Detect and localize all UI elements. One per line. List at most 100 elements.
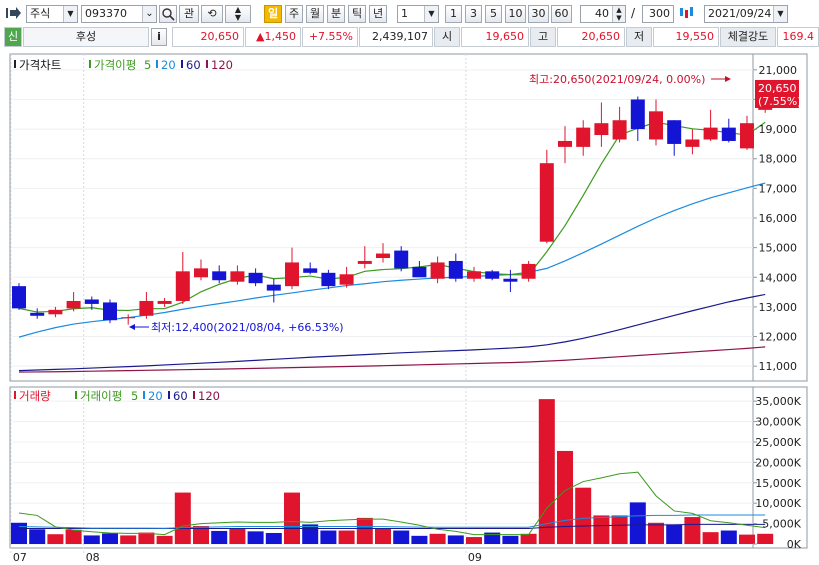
volume-tick-label: 20,000K [755,456,801,469]
last-price-pct: (7.55%) [758,95,802,108]
candle-body [230,271,245,282]
legend-ma: 가격이평 [94,58,136,72]
watchlist-button[interactable]: 관 [179,5,199,23]
volume-bar [284,492,300,544]
refresh-button[interactable]: ⟲ [201,5,223,23]
volume-bar [611,515,628,544]
quick-1[interactable]: 1 [445,5,462,23]
volume-bar [29,529,46,544]
up-down-spinner[interactable]: ▲ ▼ [225,5,251,23]
volume-bar [702,532,719,544]
date-select[interactable]: 2021/09/24 ▼ [704,5,788,23]
period-tab-month[interactable]: 월 [306,5,324,23]
new-listing-badge: 신 [4,27,22,47]
chevron-down-icon[interactable]: ▼ [424,6,438,22]
chart-settings-button[interactable] [676,5,698,23]
volume-bar [156,535,173,544]
legend-ma60-marker [168,391,170,399]
chevron-down-icon[interactable]: ▼ [63,6,77,22]
count-stepper[interactable]: 40 ▲ ▼ [580,5,626,23]
candle-body [649,111,663,140]
stock-name: 후성 [23,27,149,47]
volume-bar [648,522,664,544]
arrow-right-icon [6,7,21,19]
search-button[interactable] [159,5,177,23]
candle-body [248,272,263,284]
candle-body [503,278,518,282]
price-tick-label: 19,000 [759,123,798,136]
volume-bar [174,492,191,544]
high-annotation: 최고:20,650(2021/09/24, 0.00%) [529,73,705,86]
candle-body [303,268,318,273]
candle-body [66,300,81,309]
volume-bar [302,524,319,544]
interval-select[interactable]: 1 ▼ [397,5,439,23]
volume-tick-label: 10,000K [755,497,801,510]
open-price: 19,650 [461,27,529,47]
stock-chart[interactable]: 21,00020,00019,00018,00017,00016,00015,0… [0,48,819,565]
candle-body [139,300,154,316]
search-icon [162,8,175,21]
candle-body [357,260,372,264]
candle-body [376,253,390,258]
volume-bar [265,532,282,544]
chevron-down-icon[interactable]: ⌄ [142,6,156,22]
volume-tick-label: 5,000K [762,518,801,531]
price-tick-label: 16,000 [759,212,798,225]
strength-value: 169.4 [777,27,819,47]
last-price: 20,650 [758,82,797,95]
stock-info-button[interactable]: i [151,28,167,46]
period-tab-tick[interactable]: 틱 [348,5,366,23]
market-select[interactable]: 주식 ▼ [26,5,78,23]
volume-bar [739,534,755,544]
legend-ma5: 5 [131,389,138,403]
volume-bar [247,531,264,544]
candle-body [685,139,700,147]
legend-ma60: 60 [186,58,201,72]
price-legend: 가격차트 가격이평 5 20 60 120 [14,58,233,72]
volume-bar [65,529,82,544]
candle-body [740,123,754,149]
quick-5[interactable]: 5 [485,5,502,23]
chevron-down-icon[interactable]: ▼ [773,6,787,22]
stock-menu-icon[interactable] [4,5,24,23]
count-separator: / [631,6,636,20]
low-price: 19,550 [653,27,719,47]
legend-ma20-marker [143,391,145,399]
candle-body [194,268,208,278]
period-tab-minute[interactable]: 분 [327,5,345,23]
period-tab-week[interactable]: 주 [285,5,303,23]
candle-body [467,271,481,279]
legend-ma: 거래이평 [80,389,122,403]
legend-title: 거래량 [19,389,51,403]
count-shown: 40 [595,7,609,20]
x-tick-label: 07 [13,551,27,564]
quick-3[interactable]: 3 [465,5,482,23]
high-label: 고 [530,27,556,47]
volume-tick-label: 15,000K [755,477,801,490]
candle-body [212,271,227,281]
period-tab-day[interactable]: 일 [264,5,282,23]
quick-60[interactable]: 60 [551,5,572,23]
current-price: 20,650 [172,27,244,47]
volume-bar [375,528,391,544]
chart-settings-icon [680,7,693,18]
volume-bar [411,535,428,544]
stock-code-input[interactable]: 093370 ⌄ [81,5,157,23]
period-tab-year[interactable]: 년 [369,5,387,23]
x-tick-label: 09 [468,551,482,564]
price-change: ▲1,450 [245,27,301,47]
candle-body [485,271,500,279]
quick-10[interactable]: 10 [505,5,526,23]
quick-30[interactable]: 30 [528,5,549,23]
volume-tick-label: 35,000K [755,395,801,408]
open-label: 시 [434,27,460,47]
legend-ma60: 60 [173,389,188,403]
volume-bar [666,524,683,544]
volume-tick-label: 25,000K [755,436,801,449]
legend-ma120-marker [193,391,195,399]
count-total-input[interactable]: 300 [642,5,674,23]
x-tick-label: 08 [86,551,100,564]
stepper-arrows-icon[interactable]: ▲ ▼ [612,6,625,22]
volume-bar [720,530,737,544]
